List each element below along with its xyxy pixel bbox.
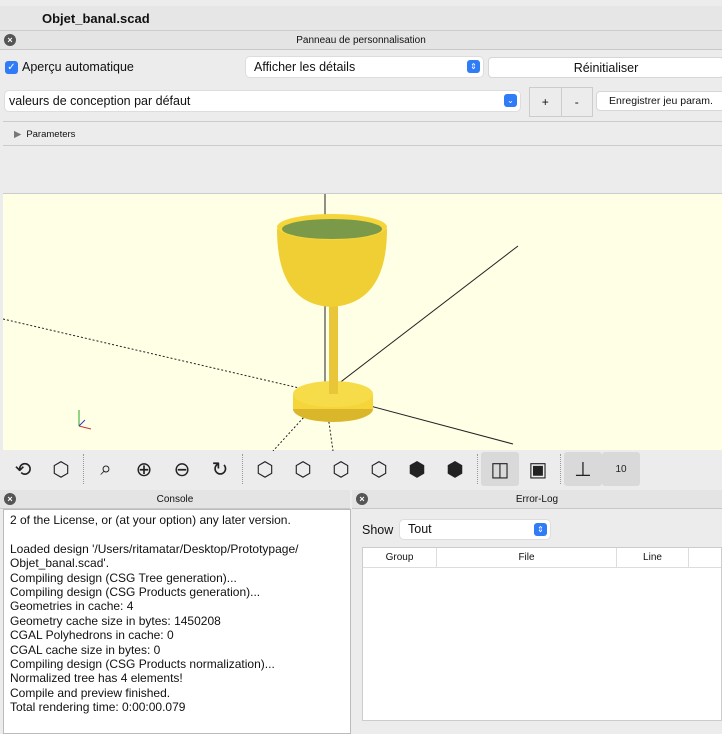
zoom-in-icon[interactable]: ⊕ [125, 452, 163, 486]
console-output[interactable]: 2 of the License, or (at your option) an… [3, 509, 351, 734]
add-preset-button[interactable]: + [530, 88, 562, 116]
console-title: Console [156, 494, 194, 505]
window-title: Objet_banal.scad [0, 6, 722, 31]
reset-view-icon[interactable]: ↻ [201, 452, 239, 486]
view-top-icon[interactable]: ⬡ [284, 452, 322, 486]
table-header: Group File Line [363, 548, 721, 568]
save-preset-button[interactable]: Enregistrer jeu param. [596, 91, 722, 111]
model-render [2, 194, 519, 452]
reset-button[interactable]: Réinitialiser [488, 57, 722, 78]
errorlog-table: Group File Line [362, 547, 722, 721]
console-line: CGAL cache size in bytes: 0 [10, 642, 161, 657]
customizer-header: × Panneau de personnalisation [0, 31, 722, 50]
chevron-down-icon: ⌄ [504, 94, 517, 107]
console-line: Objet_banal.scad'. [10, 556, 110, 571]
console-line: Geometry cache size in bytes: 1450208 [10, 613, 221, 628]
parameters-group[interactable]: ▶ Parameters [14, 129, 75, 140]
show-axes-icon[interactable]: ⊥ [564, 452, 602, 486]
console-line: CGAL Polyhedrons in cache: 0 [10, 628, 174, 643]
axes [2, 194, 519, 452]
view-front-icon[interactable]: ⬢ [398, 452, 436, 486]
goblet [277, 214, 387, 422]
axis-indicator [78, 410, 92, 430]
column-group[interactable]: Group [363, 548, 437, 567]
view-back-icon[interactable]: ⬢ [436, 452, 474, 486]
parameters-label: Parameters [26, 129, 76, 140]
close-icon[interactable]: × [4, 493, 16, 505]
zoom-out-icon[interactable]: ⊖ [163, 452, 201, 486]
console-line: Compiling design (CSG Products generatio… [10, 585, 261, 600]
console-line: Normalized tree has 4 elements! [10, 671, 183, 686]
updown-icon: ⇕ [467, 60, 480, 73]
view-left-icon[interactable]: ⬡ [360, 452, 398, 486]
auto-preview-checkbox[interactable]: ✓ Aperçu automatique [5, 60, 134, 74]
column-file[interactable]: File [437, 548, 617, 567]
preset-select-value: valeurs de conception par défaut [9, 94, 191, 108]
remove-preset-button[interactable]: - [562, 88, 593, 116]
updown-icon: ⇕ [534, 523, 547, 536]
column-line[interactable]: Line [617, 548, 689, 567]
errorlog-title: Error-Log [515, 494, 559, 505]
console-line: Geometries in cache: 4 [10, 599, 134, 614]
show-select[interactable]: Tout ⇕ [400, 520, 550, 539]
console-line: Total rendering time: 0:00:00.079 [10, 700, 186, 715]
3d-viewport[interactable] [2, 193, 722, 452]
console-line: Loaded design '/Users/ritamatar/Desktop/… [10, 541, 299, 556]
auto-preview-label: Aperçu automatique [22, 60, 134, 74]
console-header: × Console [0, 490, 350, 509]
customizer-title: Panneau de personnalisation [296, 35, 426, 46]
errorlog-header: × Error-Log [352, 490, 722, 509]
view-bottom-icon[interactable]: ⬡ [322, 452, 360, 486]
console-line: Compiling design (CSG Products normaliza… [10, 657, 275, 672]
details-select-value: Afficher les détails [254, 60, 356, 74]
show-label: Show [362, 523, 394, 537]
view-toolbar: ⟲ ⬡ ⌕ ⊕ ⊖ ↻ ⬡ ⬡ ⬡ ⬡ ⬢ ⬢ ◫ ▣ ⊥ 10 [4, 451, 722, 487]
console-line: 2 of the License, or (at your option) an… [10, 513, 291, 527]
perspective-icon[interactable]: ◫ [481, 452, 519, 486]
triangle-right-icon: ▶ [14, 129, 22, 140]
render-icon[interactable]: ⬡ [42, 452, 80, 486]
view-all-icon[interactable]: ⌕ [87, 452, 125, 486]
close-icon[interactable]: × [356, 493, 368, 505]
checkmark-icon: ✓ [5, 60, 18, 74]
preset-select[interactable]: valeurs de conception par défaut ⌄ [5, 91, 520, 111]
show-scale-icon[interactable]: 10 [602, 452, 640, 486]
view-right-icon[interactable]: ⬡ [246, 452, 284, 486]
preview-icon[interactable]: ⟲ [4, 452, 42, 486]
show-select-value: Tout [408, 522, 432, 536]
orthogonal-icon[interactable]: ▣ [519, 452, 557, 486]
console-line: Compiling design (CSG Tree generation)..… [10, 570, 237, 585]
console-line: Compile and preview finished. [10, 685, 171, 700]
details-select[interactable]: Afficher les détails ⇕ [246, 57, 483, 77]
preset-buttons: + - [529, 87, 593, 117]
scale-label: 10 [615, 463, 627, 475]
close-icon[interactable]: × [4, 34, 16, 46]
